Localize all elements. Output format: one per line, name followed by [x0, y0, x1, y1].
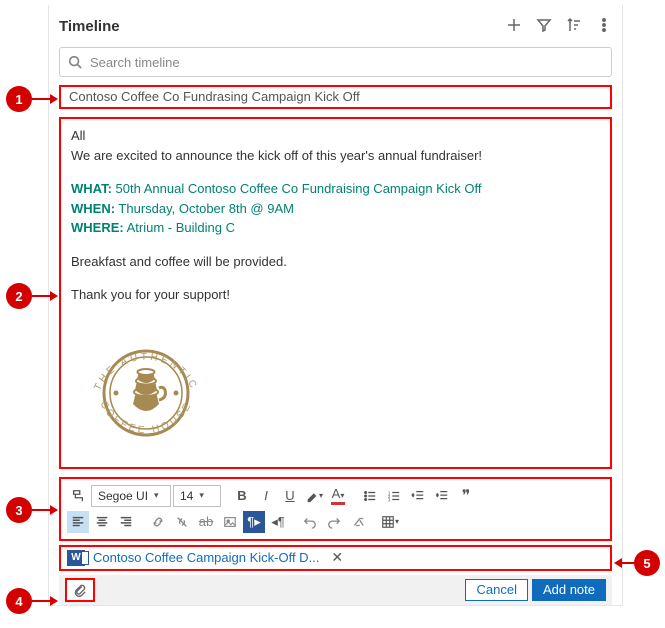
- clear-format-button[interactable]: [347, 511, 369, 533]
- format-painter-icon[interactable]: [67, 485, 89, 507]
- where-line: WHERE: Atrium - Building C: [71, 219, 600, 237]
- what-line: WHAT: 50th Annual Contoso Coffee Co Fund…: [71, 180, 600, 198]
- outdent-button[interactable]: [407, 485, 429, 507]
- callout-4: 4: [6, 588, 32, 614]
- timeline-panel: Timeline Contoso Coffee Co Fundrasing Ca…: [48, 5, 623, 606]
- panel-title: Timeline: [59, 18, 506, 35]
- underline-button[interactable]: U: [279, 485, 301, 507]
- note-footer: Cancel Add note: [59, 575, 612, 605]
- attach-file-button[interactable]: [65, 578, 95, 602]
- font-size-select[interactable]: 14▾: [173, 485, 221, 507]
- highlight-button[interactable]: ▾: [303, 485, 325, 507]
- note-title-text: Contoso Coffee Co Fundrasing Campaign Ki…: [69, 89, 360, 104]
- unlink-button[interactable]: [171, 511, 193, 533]
- quote-button[interactable]: ❞: [455, 485, 477, 507]
- body-line: We are excited to announce the kick off …: [71, 147, 600, 165]
- word-doc-icon: W: [67, 550, 85, 566]
- note-body[interactable]: All We are excited to announce the kick …: [59, 117, 612, 469]
- search-icon: [68, 55, 82, 69]
- bulleted-list-button[interactable]: [359, 485, 381, 507]
- attachment-row: W Contoso Coffee Campaign Kick-Off D... …: [59, 545, 612, 571]
- add-note-button[interactable]: Add note: [532, 579, 606, 601]
- callout-1: 1: [6, 86, 32, 112]
- cancel-button[interactable]: Cancel: [465, 579, 527, 601]
- sort-icon[interactable]: [566, 17, 582, 36]
- rtl-button[interactable]: ◂¶: [267, 511, 289, 533]
- body-line: All: [71, 127, 600, 145]
- italic-button[interactable]: I: [255, 485, 277, 507]
- redo-button[interactable]: [323, 511, 345, 533]
- filter-icon[interactable]: [536, 17, 552, 36]
- svg-text:3: 3: [388, 497, 391, 502]
- bold-button[interactable]: B: [231, 485, 253, 507]
- logo-image: THE AUTHENTIC COFFEE HOUSE: [71, 308, 600, 461]
- panel-header: Timeline: [59, 11, 612, 41]
- more-icon[interactable]: [596, 17, 612, 36]
- table-button[interactable]: ▾: [379, 511, 401, 533]
- attachment-name[interactable]: Contoso Coffee Campaign Kick-Off D...: [93, 550, 319, 565]
- image-button[interactable]: [219, 511, 241, 533]
- rich-text-toolbar: Segoe UI▾ 14▾ B I U ▾ A▾ 123 ❞ ab ¶▸ ◂¶: [59, 477, 612, 541]
- align-right-button[interactable]: [115, 511, 137, 533]
- callout-3: 3: [6, 497, 32, 523]
- when-line: WHEN: Thursday, October 8th @ 9AM: [71, 200, 600, 218]
- body-line: Breakfast and coffee will be provided.: [71, 253, 600, 271]
- indent-button[interactable]: [431, 485, 453, 507]
- note-title[interactable]: Contoso Coffee Co Fundrasing Campaign Ki…: [59, 85, 612, 109]
- search-input[interactable]: [90, 55, 603, 70]
- callout-5: 5: [634, 550, 660, 576]
- add-icon[interactable]: [506, 17, 522, 36]
- remove-attachment-button[interactable]: ✕: [331, 549, 343, 566]
- search-box[interactable]: [59, 47, 612, 77]
- link-button[interactable]: [147, 511, 169, 533]
- callout-2: 2: [6, 283, 32, 309]
- strikethrough-button[interactable]: ab: [195, 511, 217, 533]
- numbered-list-button[interactable]: 123: [383, 485, 405, 507]
- font-family-select[interactable]: Segoe UI▾: [91, 485, 171, 507]
- align-left-button[interactable]: [67, 511, 89, 533]
- ltr-button[interactable]: ¶▸: [243, 511, 265, 533]
- body-line: Thank you for your support!: [71, 286, 600, 304]
- align-center-button[interactable]: [91, 511, 113, 533]
- undo-button[interactable]: [299, 511, 321, 533]
- font-color-button[interactable]: A▾: [327, 485, 349, 507]
